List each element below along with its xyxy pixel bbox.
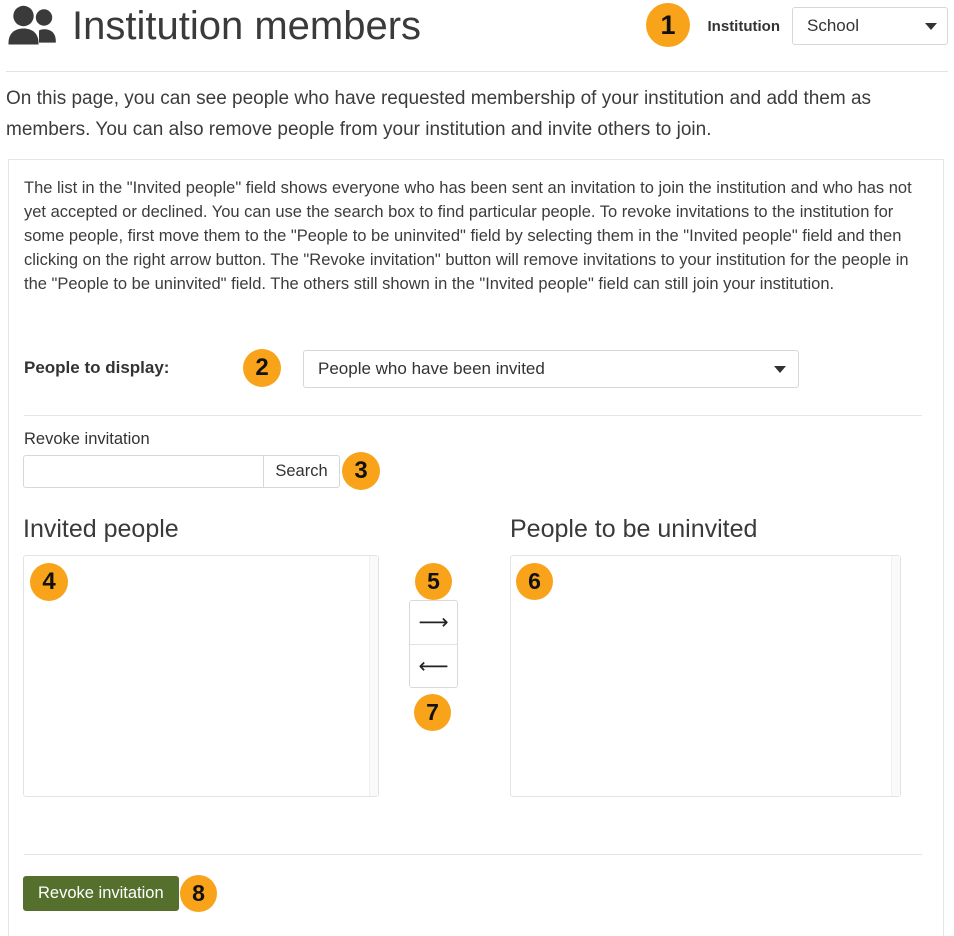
search-section-label: Revoke invitation [24, 430, 150, 449]
people-to-display-value: People who have been invited [318, 359, 774, 379]
people-to-be-uninvited-scrollbar[interactable] [891, 556, 900, 796]
header-divider [6, 71, 948, 72]
search-input[interactable] [23, 455, 263, 488]
search-button[interactable]: Search [263, 455, 340, 488]
annotation-badge-7: 7 [414, 694, 451, 731]
institution-select-value: School [807, 16, 925, 36]
annotation-badge-3: 3 [342, 452, 380, 490]
invited-people-listbox[interactable] [23, 555, 379, 797]
divider-above-submit [24, 854, 922, 855]
arrow-right-icon: ⟶ [418, 612, 448, 633]
annotation-badge-4: 4 [30, 563, 68, 601]
annotation-badge-6: 6 [516, 563, 553, 600]
page-header: Institution members Institution School [0, 0, 954, 72]
annotation-badge-1: 1 [646, 3, 690, 47]
invited-people-heading: Invited people [23, 515, 179, 544]
institution-selector-group: Institution School [708, 6, 948, 46]
institution-select[interactable]: School [792, 7, 948, 45]
people-to-display-row: People to display: People who have been … [24, 350, 924, 388]
move-right-button[interactable]: ⟶ [410, 601, 457, 644]
people-to-display-select[interactable]: People who have been invited [303, 350, 799, 388]
people-to-be-uninvited-listbox[interactable] [510, 555, 901, 797]
people-to-display-label: People to display: [24, 358, 169, 378]
people-to-be-uninvited-heading: People to be uninvited [510, 515, 757, 544]
invited-people-scrollbar[interactable] [369, 556, 378, 796]
annotation-badge-2: 2 [243, 349, 281, 387]
card-description-text: The list in the "Invited people" field s… [24, 176, 922, 296]
page-intro-text: On this page, you can see people who hav… [6, 83, 940, 145]
search-group: Search [23, 455, 340, 488]
users-icon [6, 5, 58, 47]
divider-above-people-to-display [24, 415, 922, 416]
arrow-left-icon: ⟵ [418, 656, 448, 677]
move-left-button[interactable]: ⟵ [410, 644, 457, 687]
chevron-down-icon [774, 366, 786, 373]
revoke-invitation-button[interactable]: Revoke invitation [23, 876, 179, 911]
page-title-group: Institution members [6, 2, 421, 50]
move-buttons-group: ⟶ ⟵ [409, 600, 458, 688]
annotation-badge-5: 5 [415, 563, 452, 600]
institution-label: Institution [708, 18, 780, 35]
annotation-badge-8: 8 [180, 875, 217, 912]
members-card: The list in the "Invited people" field s… [8, 159, 944, 936]
page-title: Institution members [72, 2, 421, 50]
chevron-down-icon [925, 23, 937, 30]
